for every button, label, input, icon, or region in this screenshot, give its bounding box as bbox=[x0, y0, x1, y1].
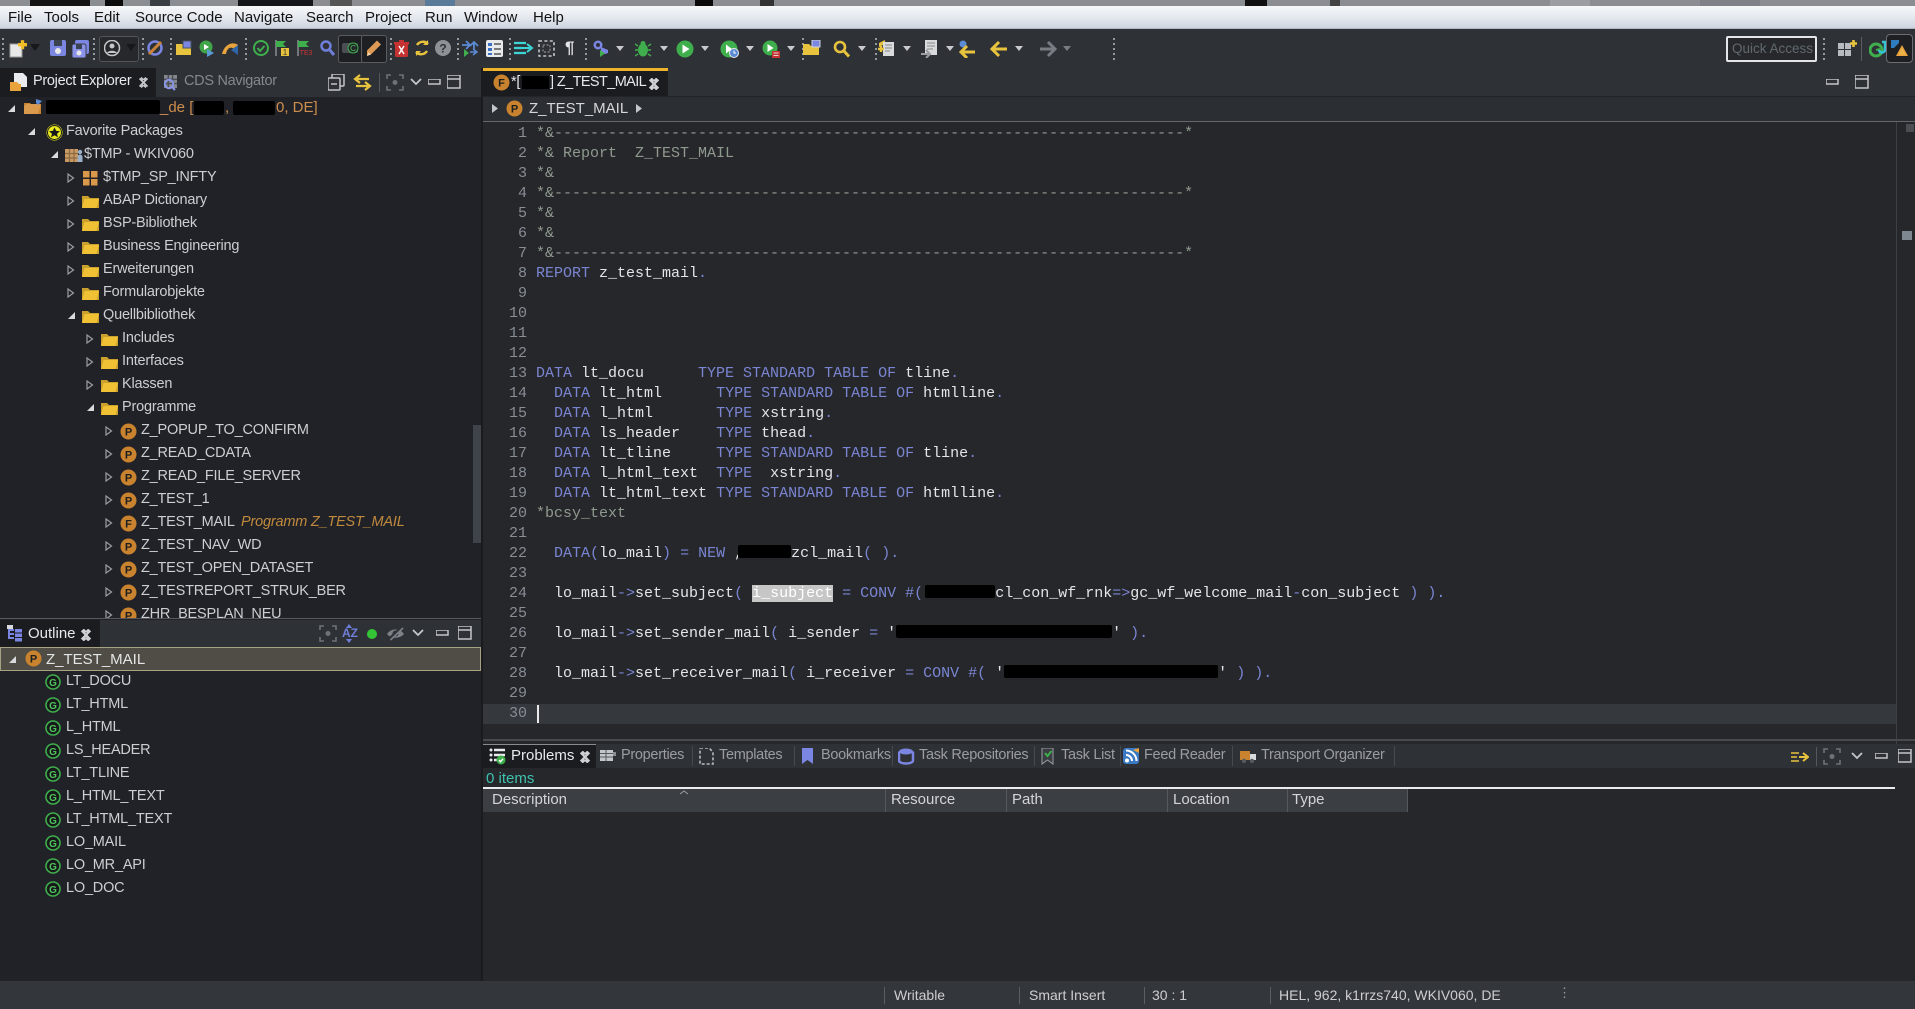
svg-text:P: P bbox=[125, 450, 132, 462]
svg-text:P: P bbox=[30, 654, 37, 666]
svg-text:G: G bbox=[49, 793, 57, 804]
svg-text:G: G bbox=[49, 885, 57, 896]
svg-text:G: G bbox=[49, 678, 57, 689]
svg-text:G: G bbox=[49, 724, 57, 735]
svg-text:F: F bbox=[498, 78, 505, 90]
svg-text:?: ? bbox=[439, 42, 446, 56]
svg-text:P: P bbox=[125, 496, 132, 508]
svg-text:P: P bbox=[125, 611, 132, 619]
svg-text:G: G bbox=[49, 816, 57, 827]
svg-text:AZ: AZ bbox=[342, 626, 358, 640]
svg-text:G: G bbox=[49, 839, 57, 850]
svg-text:G: G bbox=[49, 862, 57, 873]
svg-text:G: G bbox=[49, 770, 57, 781]
svg-text:P: P bbox=[125, 588, 132, 600]
svg-text:1: 1 bbox=[283, 48, 288, 57]
svg-text:C: C bbox=[350, 44, 356, 53]
svg-text:TE3: TE3 bbox=[300, 50, 313, 57]
svg-text:G: G bbox=[49, 747, 57, 758]
svg-text:G: G bbox=[49, 701, 57, 712]
svg-text:P: P bbox=[125, 427, 132, 439]
svg-text:P: P bbox=[125, 542, 132, 554]
svg-text:F: F bbox=[125, 519, 132, 531]
svg-text:P: P bbox=[125, 565, 132, 577]
svg-text:P: P bbox=[125, 473, 132, 485]
svg-text:P: P bbox=[511, 104, 518, 116]
